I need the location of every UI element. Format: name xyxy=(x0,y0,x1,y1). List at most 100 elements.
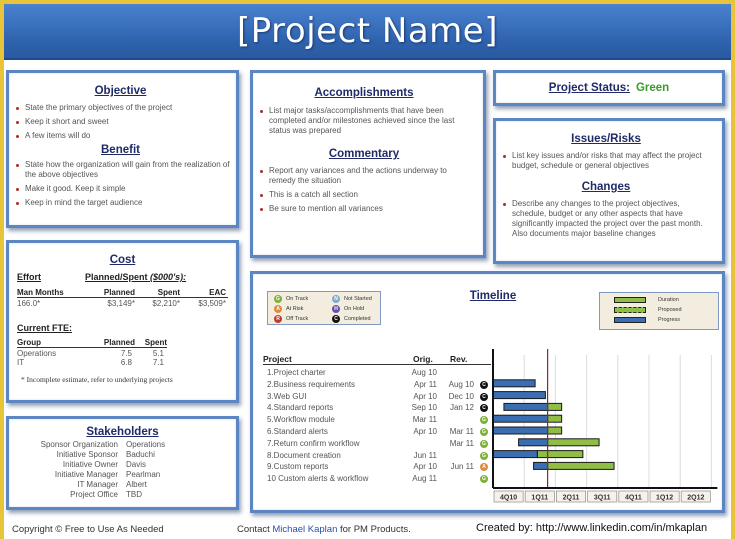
fte-planned: 6.8 xyxy=(120,358,132,367)
stakeholder-role: Project Office xyxy=(70,490,118,499)
project-orig-date: Apr 10 xyxy=(413,462,437,472)
project-orig-date: Mar 11 xyxy=(412,415,437,425)
status-on-hold-icon: H xyxy=(332,305,340,313)
fte-row: Operations 7.5 5.1 xyxy=(17,349,228,358)
col-rev: Rev. xyxy=(450,354,468,364)
cost-col-planned: Planned xyxy=(103,288,135,297)
fte-col-spent: Spent xyxy=(144,338,167,347)
issues-heading: Issues/Risks xyxy=(571,133,641,145)
project-name: 9.Custom reports xyxy=(267,462,329,472)
commentary-heading: Commentary xyxy=(328,148,400,160)
cost-col-spent: Spent xyxy=(157,288,180,297)
project-rev-date xyxy=(441,474,474,484)
stakeholder-role: Initiative Manager xyxy=(54,470,118,479)
progress-bar xyxy=(492,450,538,459)
fte-col-planned: Planned xyxy=(103,338,135,347)
stakeholder-row: Initiative Manager Pearlman xyxy=(13,470,232,480)
fte-spent: 7.1 xyxy=(152,358,164,367)
fte-planned: 7.5 xyxy=(120,349,132,358)
project-orig-date: Aug 10 xyxy=(411,368,437,377)
project-orig-date: Sep 10 xyxy=(411,403,437,413)
progress-bar xyxy=(503,402,549,411)
contact-text: Contact Michael Kaplan for PM Products. xyxy=(237,524,411,535)
commentary-list: Report any variances and the actions und… xyxy=(255,166,473,214)
project-name: 7.Return confirm workflow xyxy=(267,438,360,448)
status-completed-icon: C xyxy=(332,315,340,323)
project-status-icon: A xyxy=(480,463,488,472)
commentary-item: Be sure to mention all variances xyxy=(255,204,473,214)
progress-swatch-icon xyxy=(614,317,646,323)
issues-list: List key issues and/or risks that may af… xyxy=(498,151,714,171)
stakeholder-role: Sponsor Organization xyxy=(40,440,118,449)
project-status-icon: C xyxy=(480,380,488,389)
status-legend-label: Completed xyxy=(344,316,371,323)
planned-spent-label: Planned/Spent ($000's): xyxy=(85,272,186,282)
fte-group: IT xyxy=(17,358,25,367)
proposed-swatch-icon xyxy=(614,307,646,313)
bar-legend-item: Duration xyxy=(614,297,679,303)
project-status-icon: C xyxy=(480,392,488,401)
cost-eac-value: $3,509* xyxy=(198,299,226,308)
cost-col-eac: EAC xyxy=(209,288,226,297)
benefit-item: State how the organization will gain fro… xyxy=(11,160,230,180)
fte-col-group: Group xyxy=(17,338,41,347)
project-name: 1.Project charter xyxy=(267,368,326,377)
stakeholder-name: Operations xyxy=(126,440,166,449)
stakeholder-row: Initiative Sponsor Baduchi xyxy=(13,450,232,460)
project-rev-date xyxy=(441,451,474,461)
cost-panel: Cost Effort Planned/Spent ($000's): Man … xyxy=(6,240,239,403)
issues-item: List key issues and/or risks that may af… xyxy=(498,151,714,171)
commentary-item: This is a catch all section xyxy=(255,190,473,200)
quarter-label: 1Q11 xyxy=(531,495,548,502)
stakeholder-name: Albert xyxy=(126,480,147,489)
stakeholders-list: Sponsor Organization Operations Initiative… xyxy=(13,440,232,500)
cost-col-man-months: Man Months xyxy=(17,288,64,297)
benefit-heading: Benefit xyxy=(101,144,140,156)
stakeholder-name: Baduchi xyxy=(126,450,155,459)
project-name: 10 Custom alerts & workflow xyxy=(267,474,369,484)
stakeholder-name: Davis xyxy=(126,460,147,469)
benefit-item: Make it good. Keep it simple xyxy=(11,184,230,194)
project-orig-date: Aug 11 xyxy=(412,474,437,484)
quarter-label: 1Q12 xyxy=(656,495,673,502)
contact-suffix: for PM Products. xyxy=(337,524,411,535)
status-legend-label: On Track xyxy=(286,296,309,303)
col-orig: Orig. xyxy=(413,354,433,364)
project-name: 8.Document creation xyxy=(267,450,341,460)
quarter-label: 4Q11 xyxy=(625,495,642,502)
project-status-value: Green xyxy=(635,82,670,94)
status-legend-item: C Completed xyxy=(332,315,371,323)
duration-bar xyxy=(547,402,563,411)
project-table-header: Project Orig. Rev. xyxy=(263,354,491,365)
status-legend-label: Off Track xyxy=(286,316,309,323)
status-legend-item: N Not Started xyxy=(332,295,372,303)
accomplishments-list: List major tasks/accomplishments that ha… xyxy=(255,106,473,136)
status-legend-label: On Hold xyxy=(344,306,365,313)
status-legend-label: Not Started xyxy=(344,296,372,303)
progress-bar xyxy=(533,461,549,470)
contact-link[interactable]: Michael Kaplan xyxy=(272,524,337,535)
project-rev-date: Aug 10 xyxy=(448,379,474,389)
status-off-track-icon: R xyxy=(274,315,282,323)
project-status-icon: G xyxy=(480,439,488,448)
progress-bar xyxy=(492,391,546,400)
project-orig-date: Jun 11 xyxy=(413,450,437,460)
status-on-track-icon: G xyxy=(274,295,282,303)
status-legend-item: G On Track xyxy=(274,295,308,303)
page: [Project Name] Objective State the prima… xyxy=(4,4,731,539)
project-table: Project Orig. Rev. 1.Project charter Aug … xyxy=(263,354,491,494)
status-at-risk-icon: A xyxy=(274,305,282,313)
gantt-chart: 4Q10 1Q11 2Q11 3Q11 4Q11 1Q12 2Q12 xyxy=(492,349,718,503)
project-orig-date xyxy=(403,439,437,449)
project-status-icon: G xyxy=(480,416,488,425)
copyright-text: Copyright © Free to Use As Needed xyxy=(12,524,164,535)
status-legend: G On Track A At Risk R Off Track N Not Started H… xyxy=(267,291,381,325)
progress-bar xyxy=(492,414,549,423)
bar-legend-item: Progress xyxy=(614,317,680,323)
bar-legend-label: Progress xyxy=(658,317,681,324)
duration-bar xyxy=(547,414,563,423)
progress-bar xyxy=(518,438,549,447)
stakeholder-row: IT Manager Albert xyxy=(13,480,232,490)
stakeholder-name: Pearlman xyxy=(126,470,161,479)
accomplishments-panel: Accomplishments List major tasks/accompl… xyxy=(250,70,486,258)
